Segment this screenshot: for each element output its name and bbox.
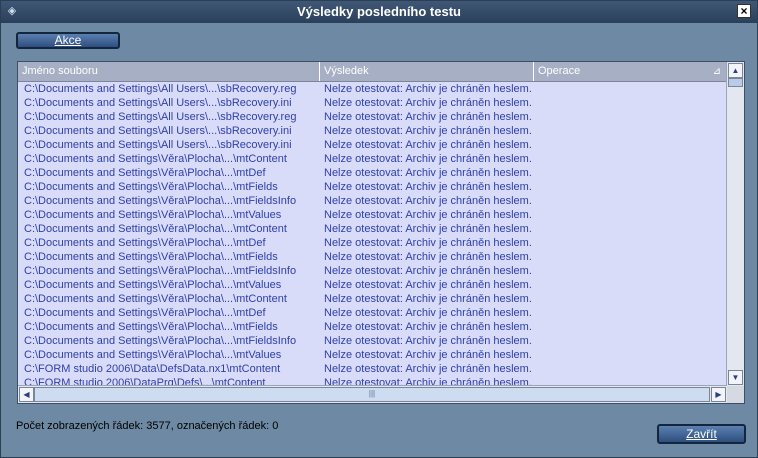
horizontal-scrollbar[interactable]: ◀ ||| ▶	[18, 385, 727, 403]
cell-file-name: C:\Documents and Settings\Věra\Plocha\..…	[24, 349, 282, 361]
window-title: Výsledky posledního testu	[297, 4, 461, 19]
table-row[interactable]: C:\Documents and Settings\Věra\Plocha\..…	[18, 278, 727, 292]
status-text: Počet zobrazených řádek: 3577, označenýc…	[16, 420, 279, 432]
cell-result: Nelze otestovat: Archiv je chráněn hesle…	[324, 237, 532, 249]
cell-file-name: C:\FORM studio 2006\Data\DefsData.nx1\mt…	[24, 363, 281, 375]
cell-file-name: C:\Documents and Settings\Věra\Plocha\..…	[24, 321, 278, 333]
vertical-scroll-thumb[interactable]	[728, 78, 743, 87]
column-header-result[interactable]: Výsledek	[320, 62, 534, 81]
cell-file-name: C:\Documents and Settings\All Users\...\…	[24, 111, 297, 123]
cell-result: Nelze otestovat: Archiv je chráněn hesle…	[324, 349, 532, 361]
cell-file-name: C:\Documents and Settings\Věra\Plocha\..…	[24, 153, 287, 165]
table-row[interactable]: C:\Documents and Settings\Věra\Plocha\..…	[18, 250, 727, 264]
table-row[interactable]: C:\Documents and Settings\All Users\...\…	[18, 138, 727, 152]
scroll-up-icon[interactable]: ▲	[728, 63, 743, 78]
cell-result: Nelze otestovat: Archiv je chráněn hesle…	[324, 195, 532, 207]
vertical-scrollbar[interactable]: ▲ ▼	[726, 62, 744, 386]
cell-file-name: C:\Documents and Settings\Věra\Plocha\..…	[24, 293, 287, 305]
table-row[interactable]: C:\Documents and Settings\Věra\Plocha\..…	[18, 222, 727, 236]
cell-file-name: C:\Documents and Settings\Věra\Plocha\..…	[24, 223, 287, 235]
cell-result: Nelze otestovat: Archiv je chráněn hesle…	[324, 209, 532, 221]
cell-result: Nelze otestovat: Archiv je chráněn hesle…	[324, 307, 532, 319]
cell-result: Nelze otestovat: Archiv je chráněn hesle…	[324, 321, 532, 333]
cell-file-name: C:\Documents and Settings\Věra\Plocha\..…	[24, 251, 278, 263]
table-row[interactable]: C:\Documents and Settings\Věra\Plocha\..…	[18, 236, 727, 250]
title-bar[interactable]: ◈ Výsledky posledního testu ×	[1, 1, 757, 23]
cell-result: Nelze otestovat: Archiv je chráněn hesle…	[324, 167, 532, 179]
cell-file-name: C:\Documents and Settings\Věra\Plocha\..…	[24, 265, 297, 277]
sort-indicator-icon: ⊿	[712, 66, 721, 77]
close-icon[interactable]: ×	[737, 4, 751, 18]
scroll-left-icon[interactable]: ◀	[19, 387, 34, 402]
cell-file-name: C:\Documents and Settings\Věra\Plocha\..…	[24, 195, 297, 207]
table-row[interactable]: C:\Documents and Settings\All Users\...\…	[18, 96, 727, 110]
cell-file-name: C:\Documents and Settings\Věra\Plocha\..…	[24, 237, 266, 249]
cell-result: Nelze otestovat: Archiv je chráněn hesle…	[324, 363, 532, 375]
cell-result: Nelze otestovat: Archiv je chráněn hesle…	[324, 111, 532, 123]
zavrit-button[interactable]: Zavřít	[657, 424, 746, 444]
cell-result: Nelze otestovat: Archiv je chráněn hesle…	[324, 153, 532, 165]
horizontal-scroll-thumb[interactable]: |||	[34, 387, 710, 402]
table-row[interactable]: C:\FORM studio 2006\Data\DefsData.nx1\mt…	[18, 362, 727, 376]
table-header: Jméno souboru Výsledek Operace ⊿	[18, 62, 727, 82]
results-window: ◈ Výsledky posledního testu × Akce Jméno…	[0, 0, 758, 458]
cell-result: Nelze otestovat: Archiv je chráněn hesle…	[324, 293, 532, 305]
cell-result: Nelze otestovat: Archiv je chráněn hesle…	[324, 279, 532, 291]
table-row[interactable]: C:\Documents and Settings\Věra\Plocha\..…	[18, 320, 727, 334]
cell-file-name: C:\Documents and Settings\Věra\Plocha\..…	[24, 167, 266, 179]
zavrit-button-label: Zavřít	[686, 427, 717, 441]
cell-result: Nelze otestovat: Archiv je chráněn hesle…	[324, 97, 532, 109]
column-header-operation[interactable]: Operace ⊿	[534, 62, 727, 81]
table-row[interactable]: C:\Documents and Settings\Věra\Plocha\..…	[18, 348, 727, 362]
akce-button[interactable]: Akce	[16, 32, 120, 49]
cell-file-name: C:\Documents and Settings\Věra\Plocha\..…	[24, 279, 282, 291]
scroll-grip-icon: |||	[368, 389, 376, 398]
table-row[interactable]: C:\Documents and Settings\Věra\Plocha\..…	[18, 264, 727, 278]
cell-file-name: C:\Documents and Settings\All Users\...\…	[24, 139, 292, 151]
table-row[interactable]: C:\Documents and Settings\Věra\Plocha\..…	[18, 306, 727, 320]
table-row[interactable]: C:\Documents and Settings\Věra\Plocha\..…	[18, 180, 727, 194]
cell-result: Nelze otestovat: Archiv je chráněn hesle…	[324, 265, 532, 277]
table-row[interactable]: C:\Documents and Settings\Věra\Plocha\..…	[18, 334, 727, 348]
cell-file-name: C:\Documents and Settings\Věra\Plocha\..…	[24, 181, 278, 193]
scroll-down-icon[interactable]: ▼	[728, 370, 743, 385]
table-row[interactable]: C:\Documents and Settings\Věra\Plocha\..…	[18, 292, 727, 306]
cell-file-name: C:\Documents and Settings\All Users\...\…	[24, 97, 292, 109]
cell-file-name: C:\Documents and Settings\All Users\...\…	[24, 83, 297, 95]
cell-result: Nelze otestovat: Archiv je chráněn hesle…	[324, 181, 532, 193]
cell-result: Nelze otestovat: Archiv je chráněn hesle…	[324, 139, 532, 151]
cell-result: Nelze otestovat: Archiv je chráněn hesle…	[324, 125, 532, 137]
cell-file-name: C:\Documents and Settings\Věra\Plocha\..…	[24, 335, 297, 347]
table-row[interactable]: C:\Documents and Settings\Věra\Plocha\..…	[18, 208, 727, 222]
cell-result: Nelze otestovat: Archiv je chráněn hesle…	[324, 251, 532, 263]
results-table: Jméno souboru Výsledek Operace ⊿ C:\Docu…	[17, 61, 745, 404]
cell-file-name: C:\Documents and Settings\All Users\...\…	[24, 125, 292, 137]
table-row[interactable]: C:\Documents and Settings\All Users\...\…	[18, 124, 727, 138]
cell-result: Nelze otestovat: Archiv je chráněn hesle…	[324, 223, 532, 235]
table-row[interactable]: C:\Documents and Settings\Věra\Plocha\..…	[18, 194, 727, 208]
cell-file-name: C:\Documents and Settings\Věra\Plocha\..…	[24, 209, 282, 221]
scroll-right-icon[interactable]: ▶	[711, 387, 726, 402]
column-header-operation-label: Operace	[538, 65, 581, 77]
table-row[interactable]: C:\Documents and Settings\All Users\...\…	[18, 110, 727, 124]
table-body: C:\Documents and Settings\All Users\...\…	[18, 82, 727, 390]
cell-result: Nelze otestovat: Archiv je chráněn hesle…	[324, 335, 532, 347]
scrollbar-corner	[727, 386, 744, 403]
table-row[interactable]: C:\Documents and Settings\Věra\Plocha\..…	[18, 166, 727, 180]
cell-file-name: C:\Documents and Settings\Věra\Plocha\..…	[24, 307, 266, 319]
cell-result: Nelze otestovat: Archiv je chráněn hesle…	[324, 83, 532, 95]
table-row[interactable]: C:\Documents and Settings\Věra\Plocha\..…	[18, 152, 727, 166]
column-header-file-name[interactable]: Jméno souboru	[18, 62, 320, 81]
akce-button-label: Akce	[54, 33, 82, 47]
table-row[interactable]: C:\Documents and Settings\All Users\...\…	[18, 82, 727, 96]
